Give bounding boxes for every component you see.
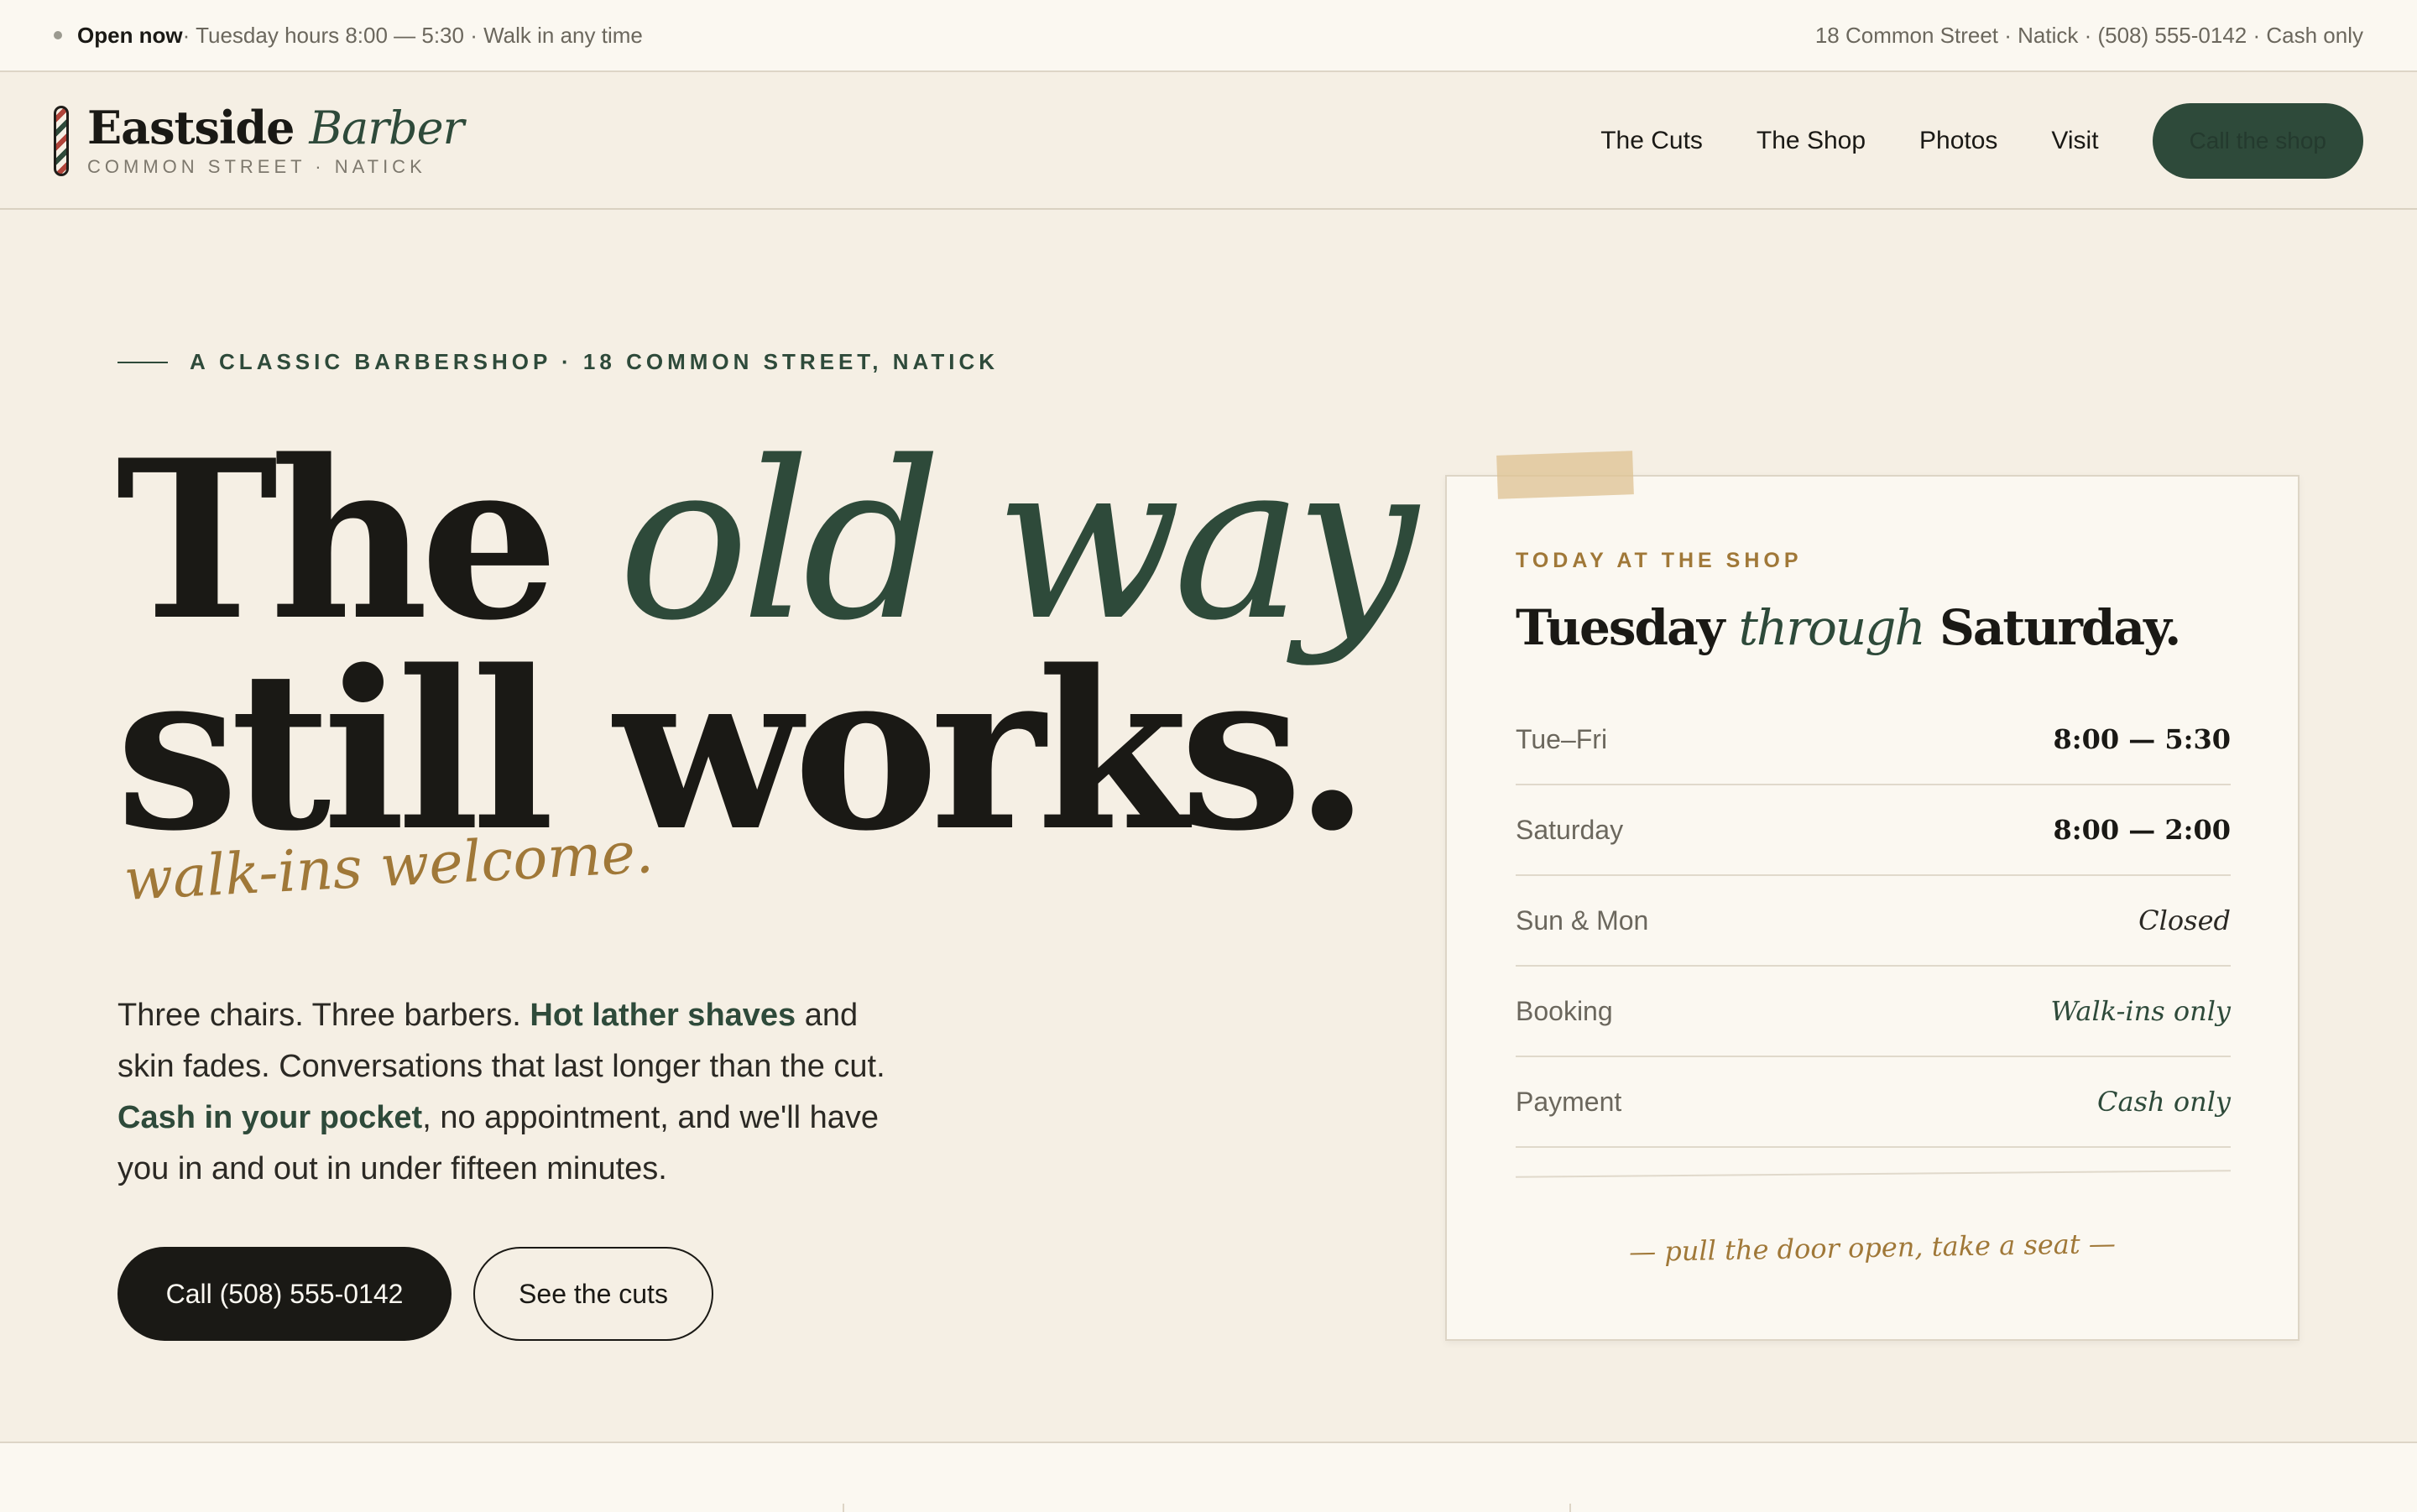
card-title-part-1: Tuesday bbox=[1516, 599, 1739, 656]
status-dot-icon bbox=[54, 31, 62, 39]
eyebrow-text: A CLASSIC BARBERSHOP · 18 COMMON STREET,… bbox=[190, 349, 1000, 374]
hours-row: Sun & Mon Closed bbox=[1516, 876, 2231, 967]
hours-row-label: Tue–Fri bbox=[1516, 723, 1608, 754]
next-section-strip bbox=[0, 1442, 2417, 1512]
hours-row-label: Saturday bbox=[1516, 814, 1624, 845]
contact-text: 18 Common Street · Natick · (508) 555-01… bbox=[1814, 22, 2363, 48]
lead-bold-1: Hot lather shaves bbox=[530, 998, 796, 1033]
nav-item-the-cuts[interactable]: The Cuts bbox=[1600, 127, 1703, 155]
nav-item-the-shop[interactable]: The Shop bbox=[1757, 127, 1866, 155]
section-divider bbox=[843, 1504, 844, 1512]
site-header: Eastside Barber COMMON STREET · NATICK T… bbox=[0, 74, 2417, 210]
hero-lead-paragraph: Three chairs. Three barbers. Hot lather … bbox=[117, 990, 923, 1195]
announcement-bar: Open now · Tuesday hours 8:00 — 5:30 · W… bbox=[0, 0, 2417, 72]
hours-row-label: Payment bbox=[1516, 1086, 1622, 1117]
hours-row: Tue–Fri 8:00 — 5:30 bbox=[1516, 695, 2231, 785]
hours-row-value: Cash only bbox=[2097, 1086, 2231, 1118]
card-signoff: — pull the door open, take a seat — bbox=[1628, 1227, 2117, 1269]
card-eyebrow: TODAY AT THE SHOP bbox=[1516, 549, 1803, 572]
hours-row-label: Sun & Mon bbox=[1516, 905, 1649, 936]
headline-line-2: still works. bbox=[116, 623, 1370, 879]
brand-name-bold: Eastside bbox=[87, 100, 295, 154]
hours-text: · Tuesday hours 8:00 — 5:30 · Walk in an… bbox=[182, 22, 643, 48]
card-title-part-2: through bbox=[1738, 599, 1926, 656]
lead-text-1: Three chairs. Three barbers. bbox=[117, 998, 530, 1033]
brand-name-italic: Barber bbox=[309, 101, 464, 154]
hero-eyebrow: A CLASSIC BARBERSHOP · 18 COMMON STREET,… bbox=[117, 349, 999, 375]
hours-row: Saturday 8:00 — 2:00 bbox=[1516, 785, 2231, 876]
call-phone-button[interactable]: Call (508) 555-0142 bbox=[117, 1247, 452, 1341]
hours-row-value: 8:00 — 2:00 bbox=[2053, 814, 2232, 846]
status-group: Open now · Tuesday hours 8:00 — 5:30 · W… bbox=[54, 23, 643, 49]
hours-row-label: Booking bbox=[1516, 995, 1613, 1026]
tape-decoration bbox=[1496, 451, 1634, 499]
see-the-cuts-button[interactable]: See the cuts bbox=[473, 1247, 713, 1341]
hours-list: Tue–Fri 8:00 — 5:30 Saturday 8:00 — 2:00… bbox=[1516, 695, 2231, 1148]
barber-pole-icon bbox=[54, 106, 69, 176]
open-status: Open now bbox=[77, 22, 183, 48]
brand-subtitle: COMMON STREET · NATICK bbox=[87, 155, 426, 177]
hours-row-value: 8:00 — 5:30 bbox=[2053, 723, 2232, 755]
brand-logo[interactable]: Eastside Barber COMMON STREET · NATICK bbox=[54, 101, 464, 178]
nav-item-visit[interactable]: Visit bbox=[2051, 127, 2098, 155]
call-the-shop-button[interactable]: Call the shop bbox=[2152, 103, 2363, 179]
hours-row: Payment Cash only bbox=[1516, 1057, 2231, 1148]
hero-headline: The old way still works. bbox=[116, 432, 1418, 879]
hours-card: TODAY AT THE SHOP Tuesday through Saturd… bbox=[1445, 475, 2300, 1341]
nav-item-photos[interactable]: Photos bbox=[1919, 127, 1997, 155]
main-nav: The Cuts The Shop Photos Visit Call the … bbox=[1600, 103, 2363, 179]
hours-row-value: Closed bbox=[2138, 905, 2231, 936]
hours-row-value: Walk-ins only bbox=[2050, 995, 2231, 1027]
brand-name: Eastside Barber bbox=[87, 101, 464, 154]
headline-line-1: The old way bbox=[116, 432, 1418, 652]
eyebrow-rule bbox=[117, 361, 168, 363]
card-divider bbox=[1516, 1170, 2231, 1178]
card-title: Tuesday through Saturday. bbox=[1516, 599, 2181, 656]
card-title-part-3: Saturday. bbox=[1924, 599, 2181, 656]
hours-row: Booking Walk-ins only bbox=[1516, 967, 2231, 1057]
section-divider bbox=[1569, 1504, 1571, 1512]
lead-bold-2: Cash in your pocket bbox=[117, 1100, 423, 1135]
